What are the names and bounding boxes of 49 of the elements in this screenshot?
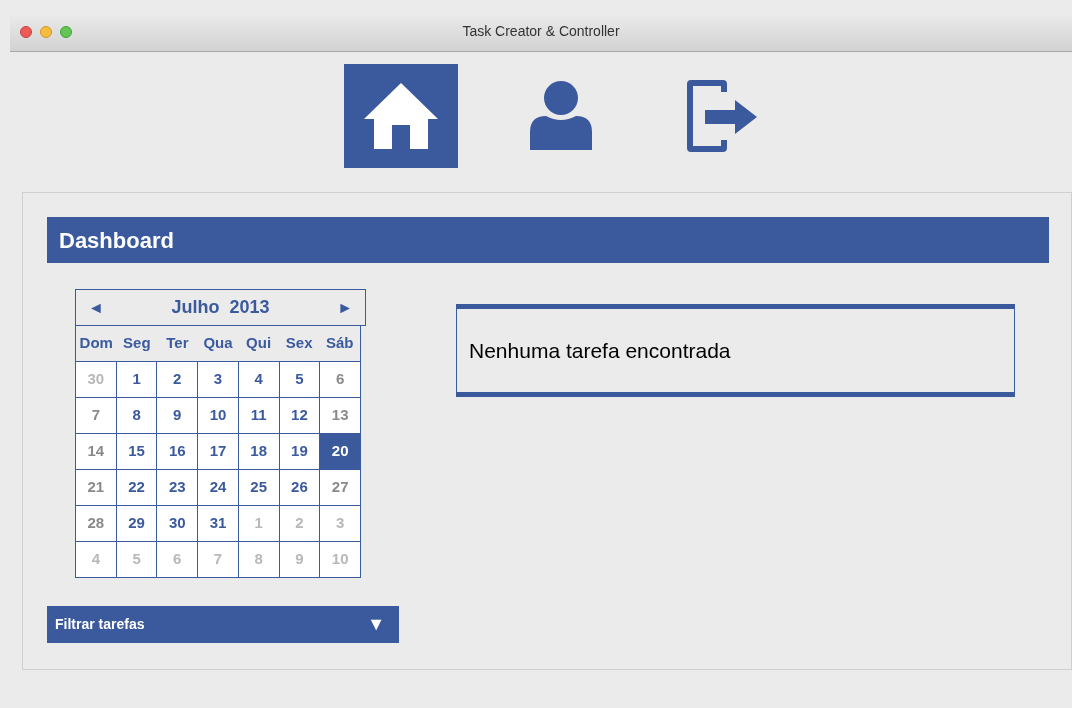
calendar-day[interactable]: 14 (76, 434, 117, 470)
calendar-day[interactable]: 10 (198, 398, 239, 434)
month-year-label: Julho 2013 (171, 296, 270, 319)
calendar-day[interactable]: 4 (238, 362, 280, 398)
calendar-day[interactable]: 29 (116, 506, 158, 542)
calendar-day[interactable]: 24 (198, 470, 239, 506)
calendar-day[interactable]: 11 (238, 398, 280, 434)
calendar-day[interactable]: 16 (157, 434, 199, 470)
calendar-day[interactable]: 21 (76, 470, 117, 506)
calendar-day[interactable]: 30 (157, 506, 199, 542)
previous-month-button[interactable]: ◄ (88, 295, 104, 320)
calendar-day[interactable]: 1 (116, 362, 158, 398)
calendar-day[interactable]: 18 (238, 434, 280, 470)
calendar-day[interactable]: 27 (320, 470, 361, 506)
calendar-day[interactable]: 22 (116, 470, 158, 506)
user-icon (528, 80, 594, 152)
calendar-day[interactable]: 2 (157, 362, 199, 398)
weekday-label: Ter (165, 333, 190, 354)
calendar-day[interactable]: 26 (279, 470, 321, 506)
dashboard-title: Dashboard (59, 226, 174, 255)
calendar-day[interactable]: 23 (157, 470, 199, 506)
calendar-day[interactable]: 15 (116, 434, 158, 470)
calendar-day[interactable]: 25 (238, 470, 280, 506)
home-icon (362, 81, 440, 151)
window-title: Task Creator & Controller (462, 22, 620, 41)
next-month-button[interactable]: ► (337, 295, 353, 320)
calendar-day[interactable]: 8 (116, 398, 158, 434)
weekday-label: Qua (202, 333, 234, 354)
close-icon[interactable] (20, 26, 32, 38)
calendar-day[interactable]: 3 (198, 362, 239, 398)
weekday-label: Seg (122, 333, 152, 354)
calendar-day[interactable]: 20 (320, 434, 361, 470)
calendar-day[interactable]: 19 (279, 434, 321, 470)
filter-dropdown[interactable]: Filtrar tarefas ▼ (47, 606, 399, 643)
calendar-day[interactable]: 7 (76, 398, 117, 434)
calendar-day[interactable]: 13 (320, 398, 361, 434)
empty-message: Nenhuma tarefa encontrada (469, 337, 731, 364)
weekday-label: Sáb (324, 333, 355, 354)
weekday-label: Dom (78, 333, 114, 354)
calendar-day[interactable]: 9 (157, 398, 199, 434)
nav-button[interactable] (344, 64, 458, 168)
calendar-day[interactable]: 31 (198, 506, 239, 542)
weekday-label: Sex (284, 333, 314, 354)
weekday-label: Qui (245, 333, 273, 354)
calendar-day[interactable]: 17 (198, 434, 239, 470)
calendar-day[interactable]: 12 (279, 398, 321, 434)
calendar-day[interactable]: 5 (279, 362, 321, 398)
calendar-day[interactable]: 28 (76, 506, 117, 542)
calendar-day[interactable]: 6 (320, 362, 361, 398)
